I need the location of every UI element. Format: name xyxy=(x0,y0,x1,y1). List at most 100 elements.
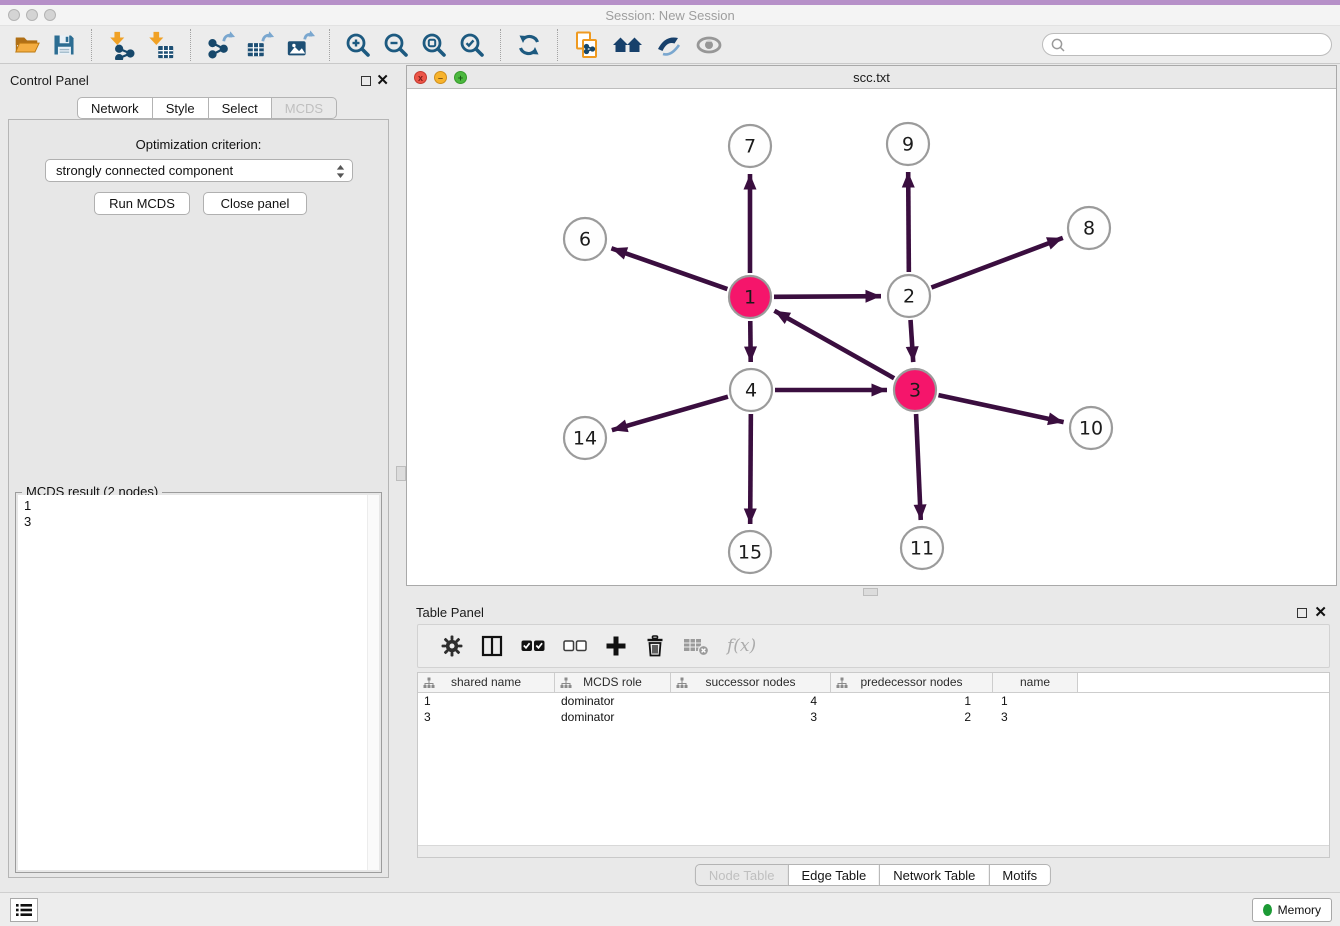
column-header-predecessor-nodes[interactable]: predecessor nodes xyxy=(831,673,993,692)
eye-button[interactable] xyxy=(694,29,724,61)
save-session-button[interactable] xyxy=(51,29,77,61)
split-columns-button[interactable] xyxy=(481,630,503,662)
zoom-in-button[interactable] xyxy=(344,29,372,61)
column-header-successor-nodes[interactable]: successor nodes xyxy=(671,673,831,692)
zoom-out-button[interactable] xyxy=(382,29,410,61)
column-header-name[interactable]: name xyxy=(993,673,1078,692)
network-view-frame: x – + scc.txt 1234678910111415 xyxy=(406,65,1337,586)
select-all-button[interactable] xyxy=(521,630,545,662)
vertical-splitter-handle[interactable] xyxy=(396,466,406,481)
float-table-panel-icon[interactable] xyxy=(1297,608,1307,618)
zoom-fit-icon xyxy=(420,31,448,59)
network-canvas-svg[interactable]: 1234678910111415 xyxy=(407,89,1336,585)
tab-node-table[interactable]: Node Table xyxy=(695,864,789,886)
add-column-button[interactable] xyxy=(605,630,627,662)
graphics-details-icon xyxy=(654,31,684,59)
tab-style[interactable]: Style xyxy=(152,97,209,119)
select-all-icon xyxy=(521,640,545,652)
search-input[interactable] xyxy=(1042,33,1332,56)
toggle-graphics-details-button[interactable] xyxy=(654,29,684,61)
float-panel-icon[interactable] xyxy=(361,76,371,86)
graph-edge-3-11[interactable] xyxy=(916,414,921,520)
column-label: shared name xyxy=(451,675,521,689)
close-panel-icon[interactable]: ✕ xyxy=(376,74,389,88)
apply-layout-button[interactable] xyxy=(515,29,543,61)
graph-edge-2-9[interactable] xyxy=(908,172,909,272)
import-network-icon xyxy=(106,30,136,60)
open-session-button[interactable] xyxy=(13,29,41,61)
graph-node-label: 7 xyxy=(744,136,756,158)
copy-network-icon xyxy=(572,30,602,60)
table-toolbar: f(x) xyxy=(417,624,1330,668)
function-builder-button[interactable]: f(x) xyxy=(727,630,756,662)
task-history-button[interactable] xyxy=(10,898,38,922)
table-cell: 1 xyxy=(993,693,1078,709)
table-settings-button[interactable] xyxy=(441,630,463,662)
close-table-panel-icon[interactable]: ✕ xyxy=(1314,606,1327,620)
graph-edge-3-10[interactable] xyxy=(938,395,1063,422)
delete-column-button[interactable] xyxy=(645,630,665,662)
tab-motifs[interactable]: Motifs xyxy=(988,864,1051,886)
graph-edge-3-1[interactable] xyxy=(774,311,894,378)
table-row[interactable]: 3dominator323 xyxy=(418,709,1329,725)
tab-network[interactable]: Network xyxy=(77,97,153,119)
tab-select[interactable]: Select xyxy=(208,97,272,119)
graph-edge-2-3[interactable] xyxy=(911,320,914,362)
gear-icon xyxy=(441,635,463,657)
close-panel-button[interactable]: Close panel xyxy=(203,192,307,215)
zoom-selected-button[interactable] xyxy=(458,29,486,61)
table-horizontal-scrollbar[interactable] xyxy=(418,845,1329,857)
memory-status-icon xyxy=(1263,904,1272,916)
column-label: MCDS role xyxy=(583,675,642,689)
optimization-criterion-select[interactable]: strongly connected component xyxy=(45,159,353,182)
export-image-button[interactable] xyxy=(285,29,315,61)
tab-edge-table[interactable]: Edge Table xyxy=(787,864,880,886)
memory-button[interactable]: Memory xyxy=(1252,898,1332,922)
home-network-button[interactable] xyxy=(612,29,644,61)
tab-mcds[interactable]: MCDS xyxy=(271,97,337,119)
toolbar-separator xyxy=(91,29,92,61)
column-header-mcds-role[interactable]: MCDS role xyxy=(555,673,671,692)
toolbar-separator xyxy=(500,29,501,61)
tab-network-table[interactable]: Network Table xyxy=(879,864,989,886)
graph-edge-1-2[interactable] xyxy=(774,296,881,297)
graph-node-label: 8 xyxy=(1083,218,1095,240)
column-label: successor nodes xyxy=(705,675,795,689)
main-toolbar xyxy=(0,26,1340,64)
graph-node-label: 15 xyxy=(738,542,762,564)
graph-edge-4-15[interactable] xyxy=(750,414,751,524)
graph-edge-2-8[interactable] xyxy=(931,238,1062,288)
horizontal-splitter-handle[interactable] xyxy=(863,588,878,596)
table-panel-title: Table Panel xyxy=(416,605,484,620)
export-table-button[interactable] xyxy=(245,29,275,61)
network-frame-titlebar[interactable]: x – + scc.txt xyxy=(407,66,1336,89)
graph-edge-4-14[interactable] xyxy=(612,397,728,431)
import-network-button[interactable] xyxy=(106,29,136,61)
hierarchy-icon xyxy=(836,677,848,689)
export-network-button[interactable] xyxy=(205,29,235,61)
optimization-criterion-label: Optimization criterion: xyxy=(9,137,388,152)
mcds-panel: Optimization criterion: strongly connect… xyxy=(8,119,389,878)
unselect-all-button[interactable] xyxy=(563,630,587,662)
table-cell: dominator xyxy=(555,693,671,709)
zoom-out-icon xyxy=(382,31,410,59)
delete-table-button[interactable] xyxy=(683,630,709,662)
column-header-shared-name[interactable]: shared name xyxy=(418,673,555,692)
table-panel: Table Panel ✕ xyxy=(406,596,1340,892)
mcds-result-area[interactable]: 1 3 xyxy=(18,495,379,870)
node-table: shared name MCDS role successor nodes pr… xyxy=(417,672,1330,858)
import-table-button[interactable] xyxy=(146,29,176,61)
table-cell: 1 xyxy=(418,693,555,709)
column-label: predecessor nodes xyxy=(860,675,962,689)
graph-node-label: 9 xyxy=(902,134,914,156)
import-table-icon xyxy=(146,30,176,60)
table-row[interactable]: 1dominator411 xyxy=(418,693,1329,709)
table-cell: 4 xyxy=(671,693,831,709)
run-mcds-button[interactable]: Run MCDS xyxy=(94,192,190,215)
graph-edge-1-6[interactable] xyxy=(611,248,727,289)
control-panel-title: Control Panel xyxy=(10,73,89,88)
copy-network-button[interactable] xyxy=(572,29,602,61)
status-bar: Memory xyxy=(0,892,1340,926)
mcds-result-scrollbar[interactable] xyxy=(367,495,379,870)
zoom-fit-button[interactable] xyxy=(420,29,448,61)
